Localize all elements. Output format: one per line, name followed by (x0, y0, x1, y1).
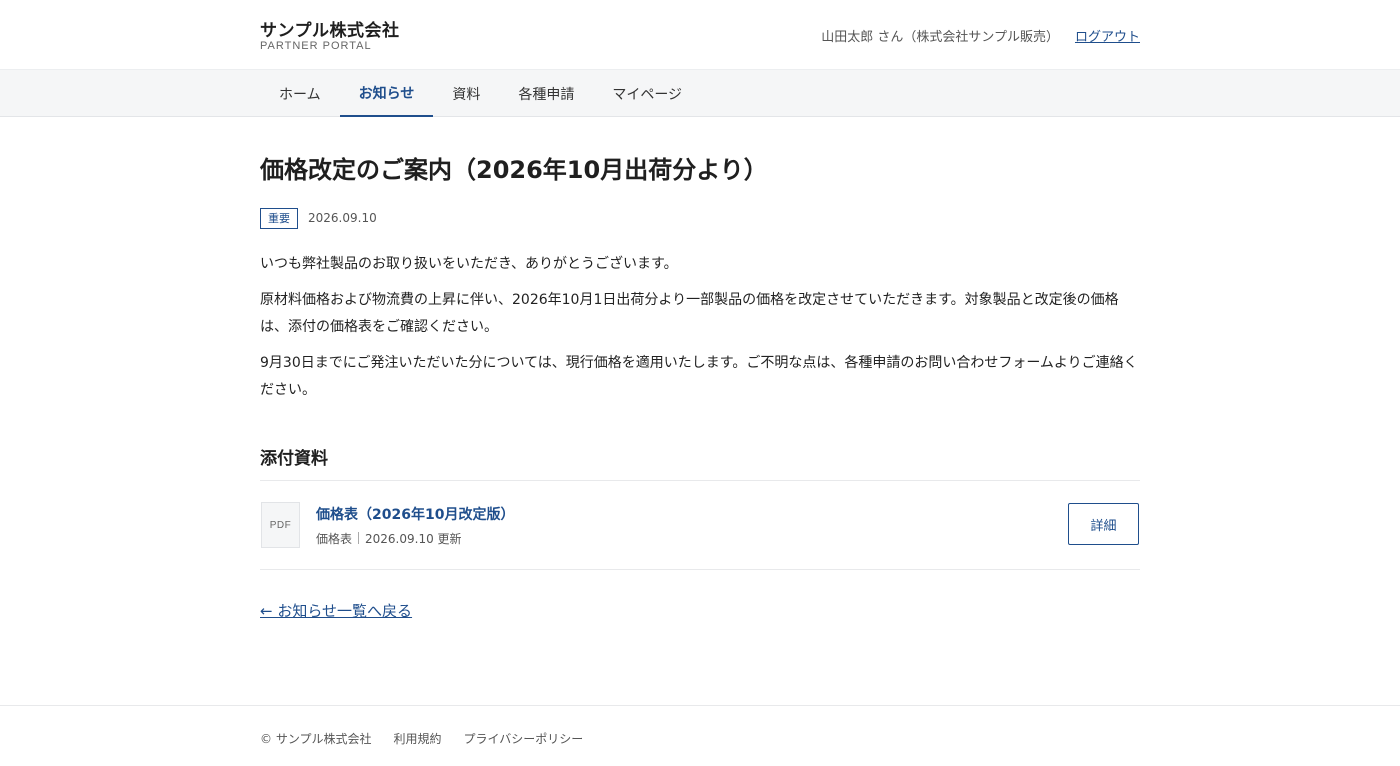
brand-subtitle: PARTNER PORTAL (260, 40, 372, 52)
user-name: 山田太郎 さん（株式会社サンプル販売） (821, 30, 1059, 45)
nav-item-home[interactable]: ホーム (260, 70, 340, 117)
attachment-title-link[interactable]: 価格表（2026年10月改定版） (316, 504, 514, 524)
footer-link-terms[interactable]: 利用規約 (393, 730, 441, 747)
attachment-category: 価格表 (316, 531, 353, 546)
site-footer: © サンプル株式会社 利用規約 プライバシーポリシー (0, 705, 1400, 766)
global-nav: ホーム お知らせ 資料 各種申請 マイページ (0, 69, 1400, 117)
pdf-file-icon: PDF (261, 502, 300, 548)
nav-item-news[interactable]: お知らせ (339, 70, 434, 117)
publish-date: 2026.09.10 (308, 211, 377, 225)
main-content: 価格改定のご案内（2026年10月出荷分より） 重要 2026.09.10 いつ… (0, 117, 1400, 621)
article-paragraph: 9月30日までにご発注いただいた分については、現行価格を適用いたします。ご不明な… (260, 355, 1138, 398)
article-meta: 重要 2026.09.10 (260, 207, 1140, 229)
nav-item-applications[interactable]: 各種申請 (499, 70, 593, 117)
detail-button[interactable]: 詳細 (1068, 503, 1139, 545)
article-paragraph: いつも弊社製品のお取り扱いをいただき、ありがとうございます。 (260, 256, 678, 272)
brand-name[interactable]: サンプル株式会社 (260, 16, 400, 41)
meta-divider (358, 532, 360, 544)
user-area: 山田太郎 さん（株式会社サンプル販売） ログアウト (821, 26, 1140, 45)
attachment-info: 価格表（2026年10月改定版） 価格表 2026.09.10 更新 (316, 504, 514, 547)
site-header: サンプル株式会社 PARTNER PORTAL 山田太郎 さん（株式会社サンプル… (0, 0, 1400, 69)
back-to-news-link[interactable]: ← お知らせ一覧へ戻る (260, 600, 412, 621)
attachment-meta: 価格表 2026.09.10 更新 (316, 530, 514, 547)
nav-item-documents[interactable]: 資料 (433, 70, 499, 117)
attachment-row: PDF 価格表（2026年10月改定版） 価格表 2026.09.10 更新 詳… (260, 481, 1140, 570)
logout-link[interactable]: ログアウト (1075, 26, 1140, 45)
nav-item-mypage[interactable]: マイページ (593, 70, 701, 117)
importance-badge: 重要 (260, 207, 298, 229)
article-body: いつも弊社製品のお取り扱いをいただき、ありがとうございます。 原材料価格および物… (260, 251, 1140, 404)
attachments-heading: 添付資料 (260, 444, 1140, 481)
article-paragraph: 原材料価格および物流費の上昇に伴い、2026年10月1日出荷分より一部製品の価格… (260, 292, 1119, 335)
footer-link-privacy[interactable]: プライバシーポリシー (463, 730, 583, 747)
page-title: 価格改定のご案内（2026年10月出荷分より） (260, 156, 768, 184)
attachment-updated: 2026.09.10 更新 (365, 531, 462, 546)
copyright: © サンプル株式会社 (260, 732, 372, 746)
